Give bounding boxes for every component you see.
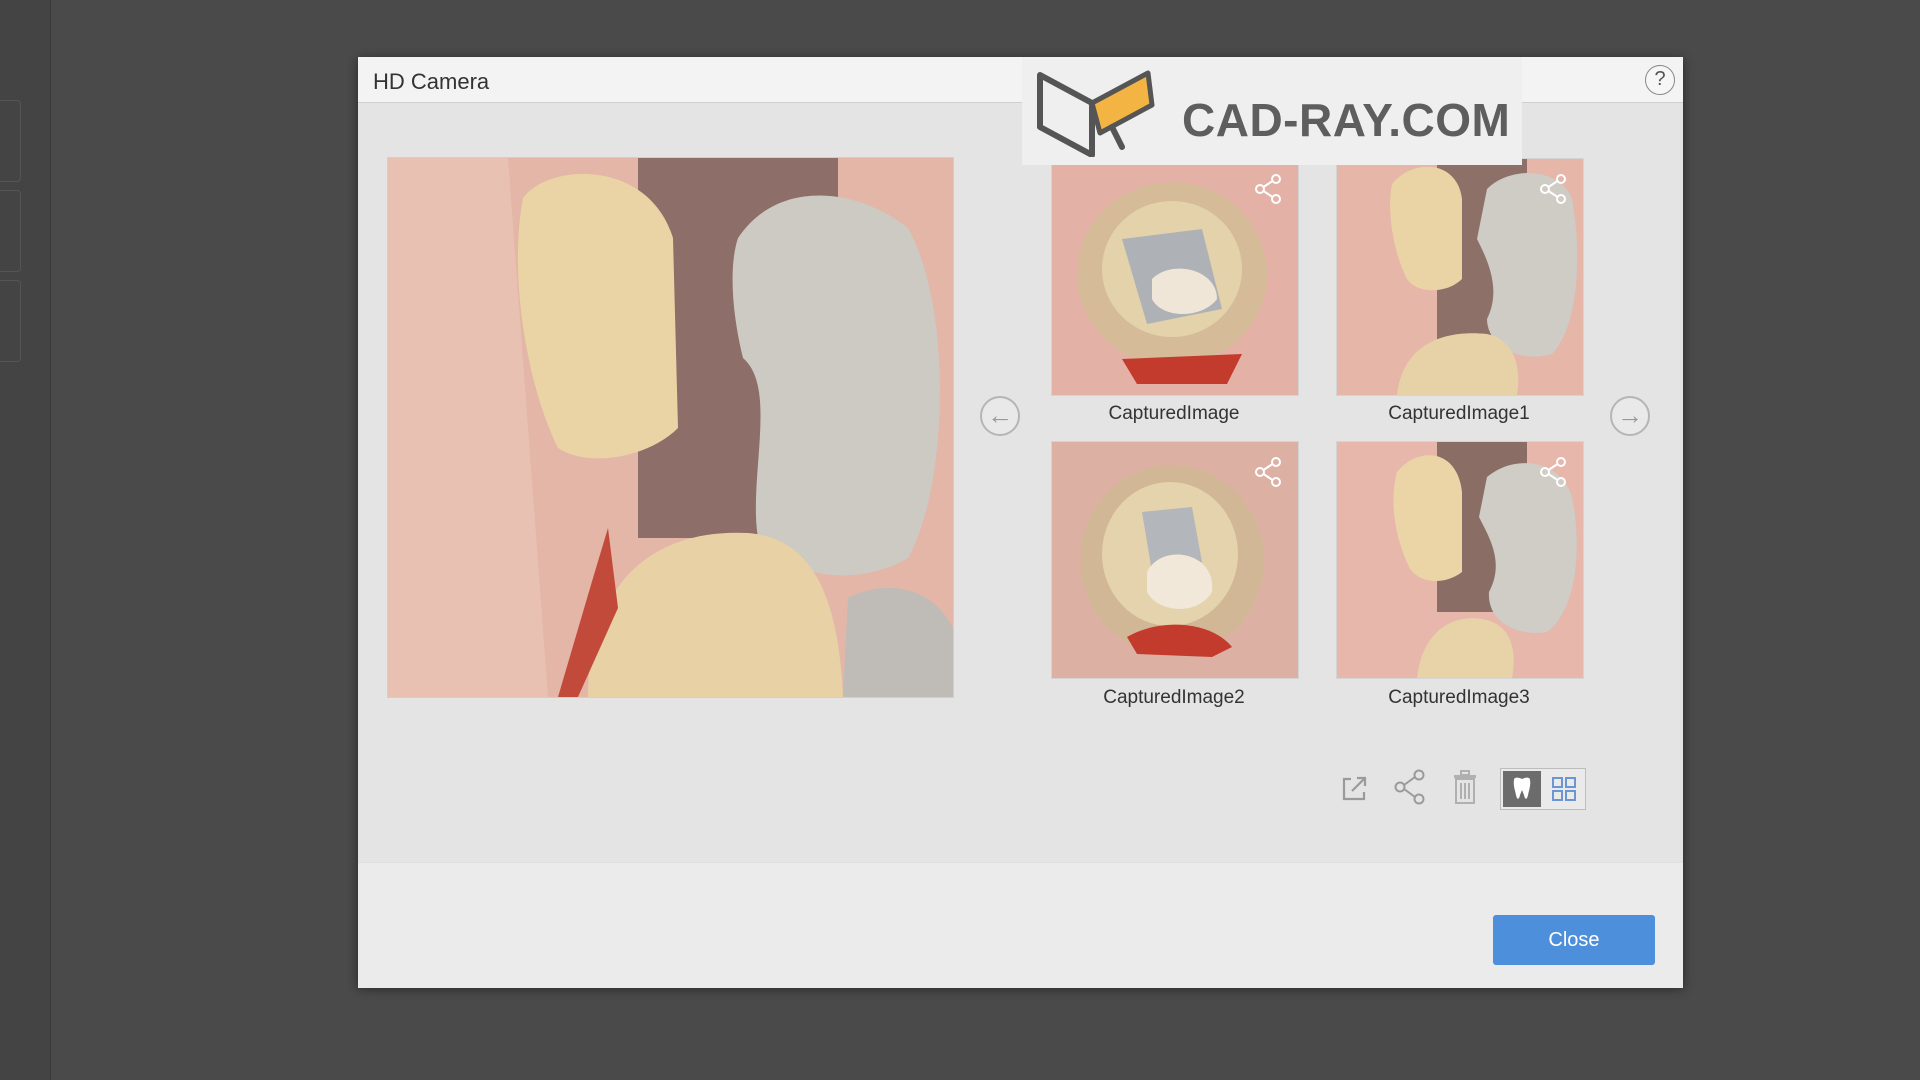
sidebar-slot[interactable]	[0, 280, 21, 362]
dialog-footer	[358, 862, 1683, 988]
sidebar-slot[interactable]	[0, 190, 21, 272]
sidebar-slot[interactable]	[0, 100, 21, 182]
thumbnail-captured-image2[interactable]	[1051, 441, 1299, 679]
share-icon[interactable]	[1537, 173, 1569, 205]
previous-page-button[interactable]: ←	[980, 396, 1020, 436]
main-preview-image	[387, 157, 954, 698]
thumbnail-label: CapturedImage1	[1388, 403, 1530, 424]
trash-icon[interactable]	[1445, 767, 1485, 807]
next-page-button[interactable]: →	[1610, 396, 1650, 436]
dialog-title: HD Camera	[373, 69, 490, 94]
watermark-text: CAD-RAY.COM	[1182, 94, 1511, 146]
share-icon[interactable]	[1537, 456, 1569, 488]
grid-view-icon[interactable]	[1545, 771, 1583, 807]
thumbnail-captured-image3[interactable]	[1336, 441, 1584, 679]
hd-camera-dialog: HD Camera ? ← → CapturedImage CapturedIm…	[358, 57, 1683, 988]
watermark-banner: CAD-RAY.COM	[1022, 57, 1522, 165]
help-button[interactable]: ?	[1645, 65, 1675, 95]
thumbnail-label: CapturedImage2	[1103, 687, 1245, 708]
tooth-view-icon[interactable]	[1503, 771, 1541, 807]
app-sidebar	[0, 0, 51, 1080]
export-icon[interactable]	[1334, 767, 1374, 807]
share-icon[interactable]	[1390, 767, 1430, 807]
thumbnail-captured-image1[interactable]	[1336, 158, 1584, 396]
thumbnail-label: CapturedImage	[1108, 403, 1240, 424]
cad-ray-logo-icon	[1037, 70, 1155, 157]
close-button[interactable]: Close	[1493, 915, 1655, 965]
thumbnail-captured-image[interactable]	[1051, 158, 1299, 396]
view-mode-toggle	[1500, 768, 1586, 810]
share-icon[interactable]	[1252, 456, 1284, 488]
share-icon[interactable]	[1252, 173, 1284, 205]
thumbnail-label: CapturedImage3	[1388, 687, 1530, 708]
